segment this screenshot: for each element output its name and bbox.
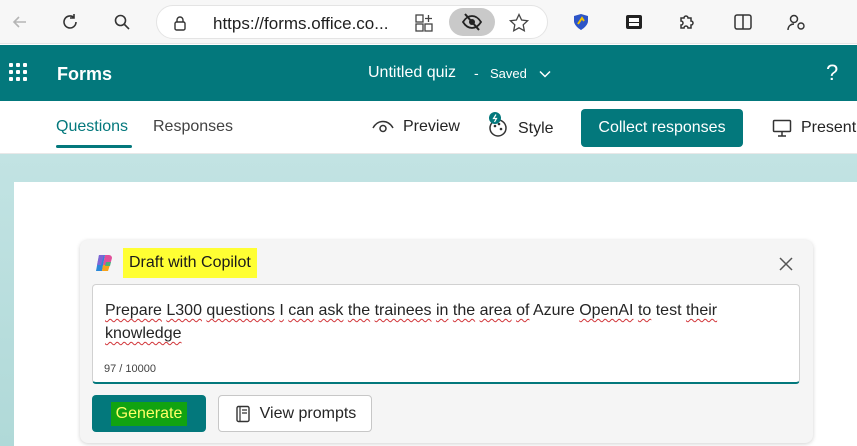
prompt-word: test bbox=[655, 302, 682, 319]
extension-shield-icon[interactable] bbox=[565, 6, 597, 38]
prompt-text[interactable]: Prepare L300 questions I can ask the tra… bbox=[105, 299, 785, 345]
prompt-word: OpenAI bbox=[579, 302, 634, 319]
title-separator: - bbox=[474, 65, 479, 81]
prompt-word: L300 bbox=[166, 302, 202, 319]
style-button[interactable]: Style bbox=[485, 111, 554, 139]
extensions-puzzle-icon[interactable] bbox=[670, 6, 702, 38]
command-bar: Questions Responses Preview Style Collec… bbox=[0, 101, 857, 154]
quiz-title[interactable]: Untitled quiz bbox=[368, 64, 456, 82]
prompt-word: trainees bbox=[374, 302, 432, 319]
generate-button[interactable]: Generate bbox=[92, 395, 206, 432]
prompt-word: I bbox=[279, 302, 284, 319]
search-icon[interactable] bbox=[106, 6, 138, 38]
prompt-word: knowledge bbox=[105, 325, 182, 342]
tab-responses[interactable]: Responses bbox=[153, 118, 233, 136]
view-prompts-label: View prompts bbox=[259, 404, 357, 422]
save-status: Saved bbox=[490, 66, 527, 81]
copilot-logo-icon bbox=[96, 255, 112, 271]
generate-label: Generate bbox=[110, 401, 188, 426]
prompt-word: Prepare bbox=[105, 302, 162, 319]
app-name[interactable]: Forms bbox=[57, 64, 112, 85]
character-counter: 97 / 10000 bbox=[104, 363, 156, 375]
prompt-word: questions bbox=[206, 302, 275, 319]
copilot-draft-card: Draft with Copilot Prepare L300 question… bbox=[80, 240, 813, 443]
split-screen-icon[interactable] bbox=[727, 6, 759, 38]
prompt-input[interactable]: Prepare L300 questions I can ask the tra… bbox=[92, 284, 800, 384]
tab-questions[interactable]: Questions bbox=[56, 118, 128, 136]
profile-icon[interactable] bbox=[780, 6, 812, 38]
prompt-word: to bbox=[637, 302, 652, 319]
present-label: Present bbox=[801, 119, 857, 136]
preview-button[interactable]: Preview bbox=[372, 118, 460, 136]
eye-icon bbox=[372, 120, 394, 133]
refresh-icon[interactable] bbox=[54, 6, 86, 38]
back-arrow-icon[interactable] bbox=[4, 6, 36, 38]
prompt-word: Azure bbox=[532, 302, 575, 319]
prompt-word: ask bbox=[318, 302, 344, 319]
book-icon bbox=[235, 405, 250, 422]
close-icon[interactable] bbox=[777, 255, 795, 273]
style-label: Style bbox=[518, 119, 554, 137]
card-title: Draft with Copilot bbox=[123, 248, 257, 278]
prompt-word: in bbox=[435, 302, 449, 319]
address-url[interactable]: https://forms.office.co... bbox=[213, 14, 388, 34]
help-icon[interactable]: ? bbox=[826, 60, 838, 86]
active-tab-indicator bbox=[56, 145, 132, 148]
prompt-word: can bbox=[288, 302, 315, 319]
lock-icon[interactable] bbox=[171, 14, 189, 32]
monitor-icon bbox=[772, 119, 792, 137]
prompt-word: the bbox=[452, 302, 476, 319]
palette-icon bbox=[489, 112, 507, 137]
preview-label: Preview bbox=[403, 118, 460, 135]
favorite-star-icon[interactable] bbox=[508, 12, 530, 34]
app-launcher-icon[interactable] bbox=[9, 63, 27, 81]
prompt-word: area bbox=[479, 302, 512, 319]
collect-responses-button[interactable]: Collect responses bbox=[581, 109, 743, 147]
eye-slash-icon bbox=[461, 13, 483, 31]
prompt-word: their bbox=[685, 302, 718, 319]
chevron-down-icon[interactable] bbox=[538, 67, 552, 81]
address-bar[interactable]: https://forms.office.co... bbox=[156, 5, 548, 39]
extension-camera-icon[interactable] bbox=[618, 6, 650, 38]
prompt-word: the bbox=[347, 302, 371, 319]
prompt-word: of bbox=[516, 302, 530, 319]
forms-header: Forms Untitled quiz - Saved ? bbox=[0, 45, 857, 101]
present-button[interactable]: Present bbox=[772, 118, 856, 138]
tracking-prevention-button[interactable] bbox=[449, 8, 495, 36]
view-prompts-button[interactable]: View prompts bbox=[218, 395, 372, 432]
app-available-icon[interactable] bbox=[413, 12, 435, 34]
browser-toolbar: https://forms.office.co... bbox=[0, 0, 857, 44]
